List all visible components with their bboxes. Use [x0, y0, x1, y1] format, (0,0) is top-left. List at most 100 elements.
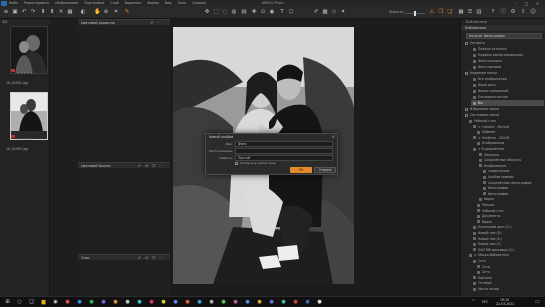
rating-stars[interactable]: ★★★★★: [17, 71, 33, 75]
color-balance-header[interactable]: Цветовой баланс ✐ ↺ ❐ ⋯: [78, 162, 170, 168]
app-pink-icon[interactable]: ●: [148, 299, 155, 306]
app-gray2-icon[interactable]: ●: [208, 299, 215, 306]
tray-icons[interactable]: ⌃: [470, 299, 477, 306]
menu-image[interactable]: Изображение: [55, 1, 78, 5]
options-icon-3[interactable]: ⋯: [159, 256, 163, 260]
cancel-button[interactable]: Отмена: [314, 167, 336, 173]
thumbnail-2[interactable]: [10, 92, 48, 140]
fill-icon[interactable]: ▩: [322, 9, 328, 15]
checkbox-icon[interactable]: [235, 161, 238, 165]
app-purple-icon[interactable]: ●: [100, 299, 107, 306]
app-navy-icon[interactable]: ●: [304, 299, 311, 306]
annotate-tool-icon[interactable]: ⬡: [288, 9, 294, 15]
search-icon[interactable]: ○: [16, 299, 23, 306]
thumbnail-1[interactable]: [10, 26, 48, 74]
layers-header[interactable]: Слои ✐ ↺ ❐ ⋯: [78, 254, 170, 260]
user-icon[interactable]: ☺: [530, 9, 536, 15]
language-indicator[interactable]: РУС: [482, 300, 488, 304]
app-crimson-icon[interactable]: ●: [292, 299, 299, 306]
share-icon[interactable]: ⇪: [520, 9, 526, 15]
zoom-icon[interactable]: ⊕: [103, 9, 109, 15]
app-red-icon[interactable]: ●: [64, 299, 71, 306]
menu-view[interactable]: Вид: [165, 1, 171, 5]
clock-date[interactable]: 22.03.2022: [496, 302, 514, 306]
chevron-down-icon[interactable]: [465, 71, 468, 75]
app-azure-icon[interactable]: ●: [244, 299, 251, 306]
app-white-icon[interactable]: ●: [316, 299, 323, 306]
app-indigo-icon[interactable]: ●: [172, 299, 179, 306]
menu-help[interactable]: Справка: [192, 1, 206, 5]
export-icon[interactable]: ⬆: [49, 9, 55, 15]
app-amber-icon[interactable]: ●: [256, 299, 263, 306]
app-violet-icon[interactable]: ●: [268, 299, 275, 306]
star-icon[interactable]: ✦: [340, 9, 346, 15]
gradient-tool-icon[interactable]: ▤: [241, 9, 247, 15]
camera-icon[interactable]: ◉: [52, 299, 59, 306]
mask-tool-icon[interactable]: ◍: [231, 9, 237, 15]
warning-icon[interactable]: ⚠: [429, 9, 435, 15]
menu-shapes[interactable]: Формы: [147, 1, 159, 5]
menu-icon[interactable]: ≡: [3, 9, 9, 15]
app-rose-icon[interactable]: ●: [232, 299, 239, 306]
delete-icon[interactable]: ✕: [58, 9, 64, 15]
chevron-down-icon[interactable]: [465, 41, 468, 45]
hand-icon[interactable]: ✋: [94, 9, 101, 15]
app-yellow-icon[interactable]: ●: [160, 299, 167, 306]
library-header[interactable]: Библиотека: [461, 25, 545, 31]
menu-edit[interactable]: Редактировать: [24, 1, 49, 5]
copy-icon-3[interactable]: ❐: [152, 256, 155, 260]
clone-tool-icon[interactable]: ⊙: [260, 9, 266, 15]
app-orange-icon[interactable]: ●: [112, 299, 119, 306]
name-input[interactable]: Фото: [235, 141, 333, 147]
lasso-tool-icon[interactable]: ◌: [222, 9, 228, 15]
crop-icon[interactable]: ⌗: [113, 9, 119, 15]
picker-icon-3[interactable]: ✐: [138, 256, 141, 260]
close-icon[interactable]: ×: [332, 134, 335, 139]
picker-icon-2[interactable]: ✐: [138, 164, 141, 168]
location-input[interactable]: [235, 148, 333, 154]
options-icon-2[interactable]: ⋯: [159, 164, 163, 168]
import-icon[interactable]: ⬇: [40, 9, 46, 15]
undo-icon[interactable]: ↶: [21, 9, 27, 15]
move-tool-icon[interactable]: ✥: [204, 9, 210, 15]
menu-window[interactable]: Окно: [178, 1, 186, 5]
grid-view-icon[interactable]: ▦: [458, 9, 464, 15]
help-icon[interactable]: ?: [490, 9, 496, 15]
task-view-icon[interactable]: ❑: [28, 299, 35, 306]
chevron-right-icon[interactable]: [465, 107, 468, 111]
menu-adjust[interactable]: Подстройки: [84, 1, 104, 5]
reset-icon-2[interactable]: ↺: [145, 164, 148, 168]
paste-icon[interactable]: ❏: [447, 9, 453, 15]
app-teal-icon[interactable]: ●: [136, 299, 143, 306]
notifications-icon[interactable]: ▭: [534, 299, 541, 306]
menu-layer[interactable]: Слой: [110, 1, 118, 5]
catalog-dropdown[interactable]: Каталог Фотографии: [466, 33, 542, 39]
redeye-tool-icon[interactable]: ◉: [269, 9, 275, 15]
app-green-icon[interactable]: ●: [88, 299, 95, 306]
chevron-down-icon[interactable]: [465, 113, 468, 117]
brush-icon[interactable]: ✎: [124, 9, 130, 15]
copy-icon[interactable]: ❐: [438, 9, 444, 15]
app-lime-icon[interactable]: ●: [220, 299, 227, 306]
color-editor-header[interactable]: Цветовой редактор ↺ ⋯: [78, 19, 170, 25]
ok-button[interactable]: ОК: [290, 167, 312, 173]
copy-icon-2[interactable]: ❐: [152, 164, 155, 168]
reset-icon-3[interactable]: ↺: [145, 256, 148, 260]
menu-select[interactable]: Выделить: [125, 1, 142, 5]
heal-tool-icon[interactable]: ✚: [251, 9, 257, 15]
panel-options-icon[interactable]: ⋯: [157, 21, 161, 25]
menu-file[interactable]: Файл: [9, 1, 18, 5]
text-tool-icon[interactable]: T: [279, 9, 285, 15]
library-tab[interactable]: Библиотека: [466, 20, 487, 24]
start-icon[interactable]: ⊞: [4, 299, 11, 306]
app-blue-icon[interactable]: ●: [76, 299, 83, 306]
open-icon[interactable]: ▣: [12, 9, 18, 15]
list-view-icon[interactable]: ☰: [467, 9, 473, 15]
picker-icon[interactable]: ✐: [313, 9, 319, 15]
app-mint-icon[interactable]: ●: [280, 299, 287, 306]
shape-icon[interactable]: ◇: [331, 9, 337, 15]
open-in-new-window-checkbox[interactable]: Открыть в новом окне: [235, 161, 275, 165]
redo-icon[interactable]: ↷: [30, 9, 36, 15]
app-gray-icon[interactable]: ●: [124, 299, 131, 306]
rating-stars-2[interactable]: ★★★★★: [17, 137, 33, 141]
